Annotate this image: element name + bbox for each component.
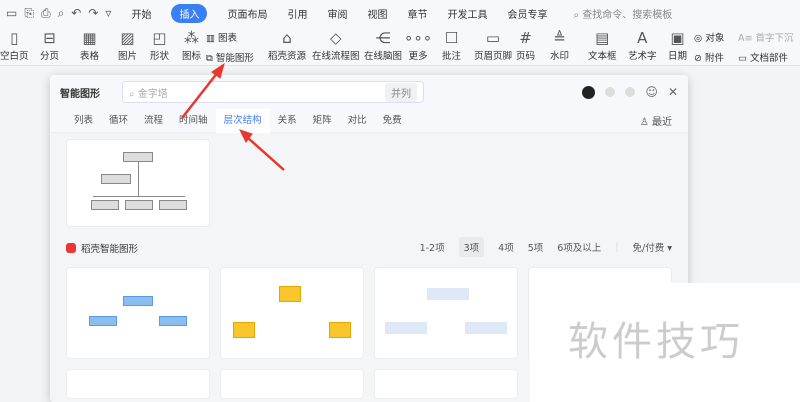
arrow-to-smart-art xyxy=(181,62,225,119)
annotation-arrows xyxy=(181,62,285,171)
arrow-to-hierarchy-tab xyxy=(239,129,285,171)
